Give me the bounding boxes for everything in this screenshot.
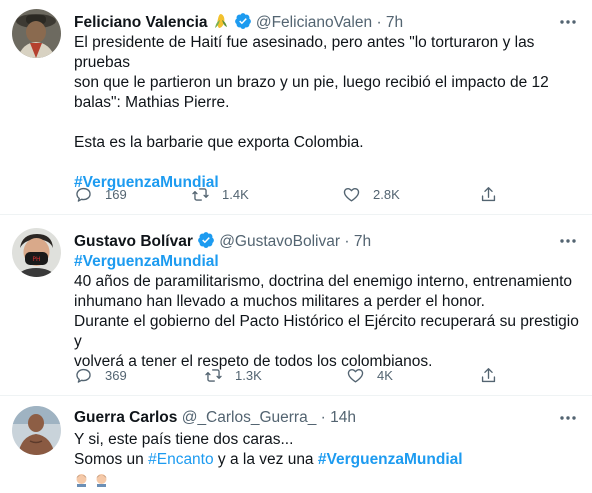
tweet-line: inhumano han llevado a muchos militares … bbox=[74, 293, 485, 310]
hashtag-link-verguenza[interactable]: #VerguenzaMundial bbox=[318, 451, 463, 468]
reply-count: 369 bbox=[105, 367, 127, 383]
like-button[interactable]: 4K bbox=[346, 365, 393, 385]
tweet-actions: 169 1.4K 2.8K bbox=[74, 184, 514, 204]
retweet-button[interactable]: 1.4K bbox=[191, 184, 249, 204]
retweet-button[interactable]: 1.3K bbox=[204, 365, 262, 385]
share-button[interactable] bbox=[479, 184, 498, 204]
hashtag-link[interactable]: #VerguenzaMundial bbox=[74, 253, 219, 270]
tweet-text: #VerguenzaMundial 40 años de paramilitar… bbox=[74, 252, 584, 372]
display-name[interactable]: Feliciano Valencia bbox=[74, 14, 208, 31]
tweet-text: Y si, este país tiene dos caras... Somos… bbox=[74, 430, 584, 488]
reply-icon bbox=[76, 368, 91, 383]
tweet-text: El presidente de Haití fue asesinado, pe… bbox=[74, 33, 584, 193]
tweet-actions: 369 1.3K 4K bbox=[74, 365, 514, 385]
tweet-header: Guerra Carlos @_Carlos_Guerra_ · 14h bbox=[74, 408, 356, 428]
display-name[interactable]: Guerra Carlos bbox=[74, 409, 177, 426]
tweet-gustavo[interactable]: PH Gustavo Bolívar @GustavoBolivar · 7h … bbox=[0, 215, 592, 393]
avatar[interactable] bbox=[12, 9, 61, 58]
like-button[interactable]: 2.8K bbox=[342, 184, 400, 204]
timestamp[interactable]: 7h bbox=[354, 233, 371, 250]
timestamp[interactable]: 14h bbox=[330, 409, 356, 426]
timestamp[interactable]: 7h bbox=[386, 14, 403, 31]
tweet-guerra[interactable]: Guerra Carlos @_Carlos_Guerra_ · 14h Y s… bbox=[0, 396, 592, 487]
tweet-line: Y si, este país tiene dos caras... bbox=[74, 431, 294, 448]
more-options-icon[interactable] bbox=[558, 408, 578, 428]
face-emoji-icon bbox=[94, 472, 109, 487]
separator-dot: · bbox=[376, 14, 382, 31]
hashtag-link-encanto[interactable]: #Encanto bbox=[148, 451, 214, 468]
retweet-icon bbox=[192, 187, 209, 201]
reply-icon bbox=[76, 187, 91, 202]
svg-text:PH: PH bbox=[32, 256, 40, 263]
user-handle[interactable]: @GustavoBolivar bbox=[219, 233, 340, 250]
share-icon bbox=[481, 367, 496, 382]
share-icon bbox=[481, 186, 496, 201]
display-name[interactable]: Gustavo Bolívar bbox=[74, 233, 193, 250]
more-options-icon[interactable] bbox=[558, 12, 578, 32]
heart-icon bbox=[343, 187, 360, 202]
emoji-row bbox=[74, 472, 584, 488]
tweet-feliciano[interactable]: Feliciano Valencia @FelicianoValen · 7h … bbox=[0, 0, 592, 213]
separator-dot: · bbox=[344, 233, 350, 250]
like-count: 4K bbox=[377, 367, 393, 383]
user-handle[interactable]: @_Carlos_Guerra_ bbox=[182, 409, 317, 426]
tweet-line: balas": Mathias Pierre. bbox=[74, 94, 230, 111]
like-count: 2.8K bbox=[373, 186, 400, 202]
tweet-line: Somos un #Encanto y a la vez una #Vergue… bbox=[74, 450, 584, 470]
tweet-line: El presidente de Haití fue asesinado, pe… bbox=[74, 34, 535, 71]
separator-dot: · bbox=[320, 409, 326, 426]
face-emoji-icon bbox=[74, 472, 89, 487]
tweet-line bbox=[74, 113, 584, 133]
tweet-line: Esta es la barbarie que exporta Colombia… bbox=[74, 134, 364, 151]
reply-button[interactable]: 369 bbox=[74, 365, 127, 385]
tweet-line: Durante el gobierno del Pacto Histórico … bbox=[74, 313, 579, 350]
tweet-line: 40 años de paramilitarismo, doctrina del… bbox=[74, 273, 573, 290]
more-options-icon[interactable] bbox=[558, 231, 578, 251]
heart-icon bbox=[347, 368, 364, 383]
avatar[interactable] bbox=[12, 406, 61, 455]
tweet-text-segment: Somos un bbox=[74, 451, 149, 468]
avatar[interactable]: PH bbox=[12, 228, 61, 277]
tweet-line bbox=[74, 153, 584, 173]
user-handle[interactable]: @FelicianoValen bbox=[256, 14, 372, 31]
share-button[interactable] bbox=[479, 365, 498, 385]
retweet-icon bbox=[205, 368, 222, 382]
retweet-count: 1.4K bbox=[222, 186, 249, 202]
reply-button[interactable]: 169 bbox=[74, 184, 127, 204]
retweet-count: 1.3K bbox=[235, 367, 262, 383]
reply-count: 169 bbox=[105, 186, 127, 202]
tweet-text-segment: y a la vez una bbox=[213, 451, 318, 468]
tweet-line: son que le partieron un brazo y un pie, … bbox=[74, 74, 549, 91]
